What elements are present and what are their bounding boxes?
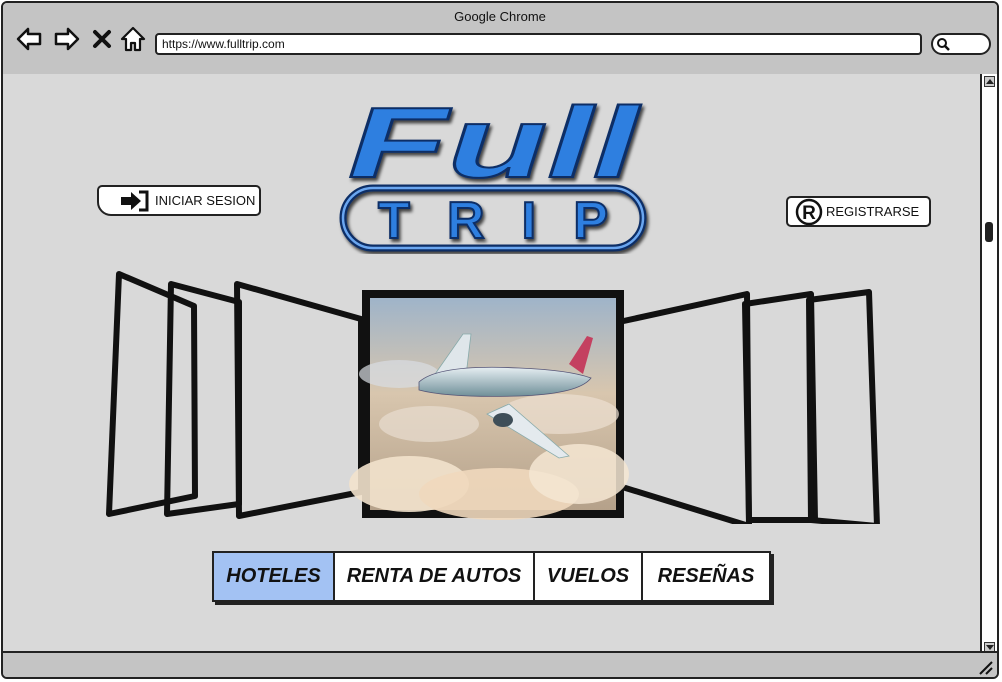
svg-text:R: R	[802, 203, 816, 224]
page-content: Full TRIP INICIAR SESION R REGISTRARSE H…	[3, 74, 984, 655]
carousel-panel-left-3[interactable]	[106, 271, 198, 517]
category-tabs: HOTELES RENTA DE AUTOS VUELOS RESEÑAS	[212, 551, 771, 602]
search-box[interactable]	[931, 33, 991, 55]
address-bar[interactable]: https://www.fulltrip.com	[155, 33, 922, 55]
home-icon	[120, 26, 146, 52]
tab-label: VUELOS	[546, 565, 630, 587]
back-button[interactable]	[15, 25, 43, 53]
forward-button[interactable]	[53, 25, 81, 53]
carousel-panel-right-3[interactable]	[806, 289, 880, 524]
tab-resenas[interactable]: RESEÑAS	[643, 553, 769, 600]
tab-label: RESEÑAS	[657, 565, 755, 587]
tab-hoteles[interactable]: HOTELES	[214, 553, 335, 600]
home-button[interactable]	[119, 25, 147, 53]
browser-window: Google Chrome https://www.fulltrip.com F…	[1, 1, 999, 679]
browser-toolbar: Google Chrome https://www.fulltrip.com	[3, 3, 997, 76]
arrow-right-icon	[54, 27, 80, 51]
window-title: Google Chrome	[454, 9, 546, 24]
resize-grip-icon[interactable]	[977, 659, 993, 675]
logo-top-text: Full	[348, 92, 642, 199]
logo-bottom-text: TRIP	[378, 192, 608, 250]
tab-label: RENTA DE AUTOS	[346, 565, 522, 587]
carousel-panel-right-2[interactable]	[742, 291, 818, 523]
tab-label: HOTELES	[226, 565, 321, 587]
sign-in-icon	[121, 190, 149, 211]
status-bar	[3, 651, 997, 677]
scroll-thumb[interactable]	[985, 222, 993, 242]
fulltrip-logo[interactable]: Full TRIP	[333, 92, 653, 254]
scroll-up-button[interactable]	[984, 76, 995, 87]
carousel-featured-image[interactable]	[349, 290, 629, 520]
arrow-left-icon	[16, 27, 42, 51]
vertical-scrollbar[interactable]	[980, 74, 997, 655]
registered-icon: R	[795, 198, 823, 225]
image-carousel[interactable]	[99, 264, 889, 524]
tab-renta-de-autos[interactable]: RENTA DE AUTOS	[335, 553, 535, 600]
search-icon	[937, 38, 950, 51]
carousel-panel-left-1[interactable]	[234, 281, 364, 519]
login-button[interactable]: INICIAR SESION	[97, 185, 261, 216]
login-label: INICIAR SESION	[155, 193, 256, 208]
register-label: REGISTRARSE	[826, 204, 920, 219]
carousel-panel-right-1[interactable]	[616, 291, 752, 524]
carousel-panel-left-2[interactable]	[164, 281, 242, 517]
stop-button[interactable]	[91, 25, 113, 53]
tab-vuelos[interactable]: VUELOS	[535, 553, 643, 600]
close-icon	[93, 30, 111, 48]
register-button[interactable]: R REGISTRARSE	[786, 196, 931, 227]
